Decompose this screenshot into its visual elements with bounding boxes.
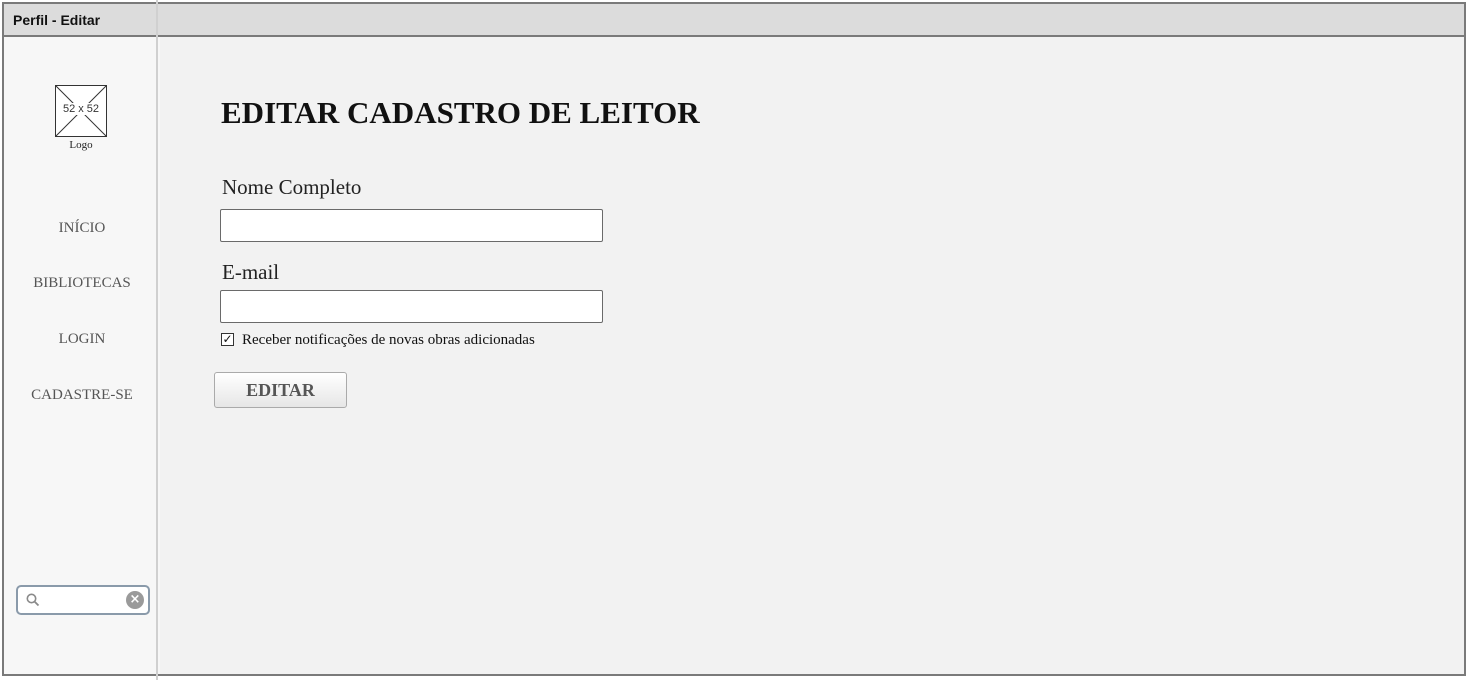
search-input[interactable]: ×	[16, 585, 150, 615]
email-label: E-mail	[222, 260, 280, 284]
page-title: EDITAR CADASTRO DE LEITOR	[221, 95, 700, 130]
window-title: Perfil - Editar	[13, 12, 101, 28]
sidebar: 52 x 52 Logo INÍCIO BIBLIOTECAS LOGIN CA…	[4, 37, 160, 674]
notify-checkbox[interactable]: ✓	[221, 333, 234, 346]
edit-button[interactable]: EDITAR	[214, 372, 347, 408]
notify-label: Receber notificações de novas obras adic…	[242, 332, 535, 348]
nav-item-cadastre-se[interactable]: CADASTRE-SE	[4, 387, 160, 404]
app-window: Perfil - Editar 52 x 52 Logo INÍCIO BIBL…	[2, 2, 1466, 676]
logo-caption: Logo	[69, 139, 93, 151]
name-label: Nome Completo	[222, 175, 362, 199]
nav-item-bibliotecas[interactable]: BIBLIOTECAS	[4, 275, 160, 292]
logo-size-label: 52 x 52	[61, 103, 101, 115]
logo-placeholder: 52 x 52	[55, 85, 107, 137]
email-field[interactable]	[220, 290, 603, 323]
clear-icon[interactable]: ×	[126, 591, 144, 609]
search-icon	[26, 593, 40, 607]
sidebar-divider	[156, 0, 158, 680]
title-bar: Perfil - Editar	[4, 4, 1464, 37]
main-content: EDITAR CADASTRO DE LEITOR Nome Completo …	[162, 37, 1464, 674]
nav-item-inicio[interactable]: INÍCIO	[4, 220, 160, 237]
nav-item-login[interactable]: LOGIN	[4, 331, 160, 348]
full-name-field[interactable]	[220, 209, 603, 242]
